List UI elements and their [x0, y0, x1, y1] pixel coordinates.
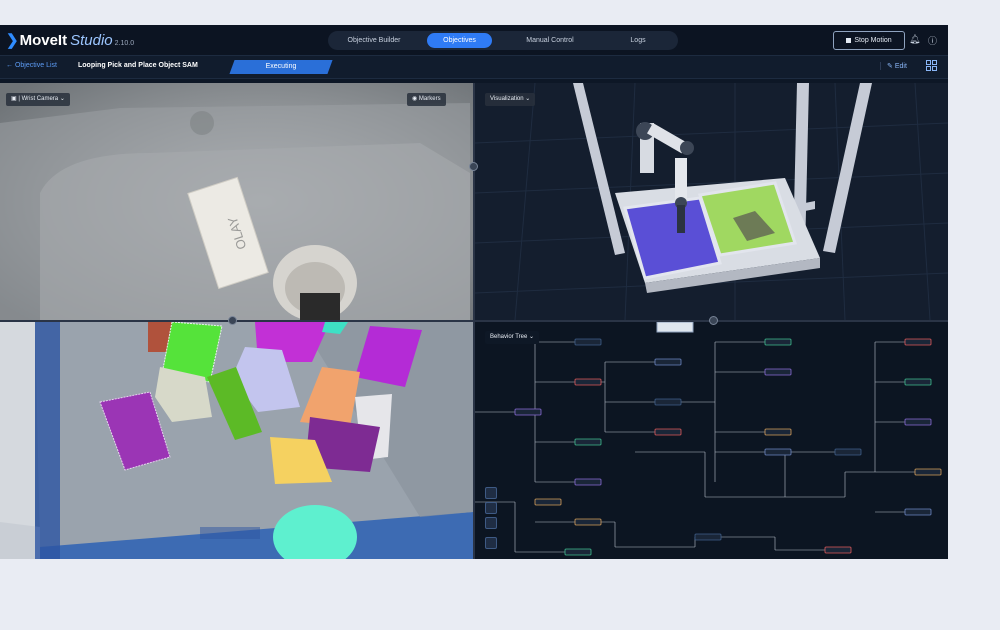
bell-icon[interactable]: 🔔︎ [909, 34, 920, 45]
tree-node[interactable] [534, 498, 562, 506]
eye-icon: ◉ [412, 96, 418, 102]
tree-node[interactable] [564, 548, 592, 556]
chevron-logo-icon: ❯ [6, 32, 19, 49]
segmentation-pane [0, 322, 473, 559]
tree-node[interactable] [764, 338, 792, 346]
help-icon[interactable]: ⓘ [928, 34, 937, 47]
markers-toggle[interactable]: ◉ Markers [407, 93, 446, 106]
behavior-tree-pane: Behavior Tree ⌄ [475, 322, 948, 559]
tree-node[interactable] [764, 448, 792, 456]
app-logo: ❯MoveIt Studio 2.10.0 [6, 31, 134, 49]
objective-title: Looping Pick and Place Object SAM [78, 62, 198, 69]
tab-objective-builder[interactable]: Objective Builder [334, 33, 414, 48]
behavior-tree-graph [475, 322, 948, 559]
back-to-objective-list[interactable]: ← Objective List [6, 62, 57, 69]
tree-node[interactable] [834, 448, 862, 456]
stop-motion-button[interactable]: Stop Motion [833, 31, 905, 50]
zoom-out-icon[interactable] [485, 502, 497, 514]
chevron-down-icon: ⌄ [59, 96, 65, 102]
lock-icon[interactable] [485, 537, 497, 549]
tab-manual-control[interactable]: Manual Control [510, 33, 590, 48]
visualization-pane: Visualization ⌄ [475, 83, 948, 320]
behavior-tree-selector[interactable]: Behavior Tree ⌄ [485, 331, 540, 344]
camera-selector-label: Wrist Camera [21, 96, 59, 102]
tree-node[interactable] [574, 378, 602, 386]
chevron-down-icon: ⌄ [525, 96, 531, 102]
tab-objectives[interactable]: Objectives [427, 33, 492, 48]
camera-icon: ▣ [11, 96, 17, 102]
segmentation-feed [0, 322, 473, 559]
tree-node[interactable] [574, 438, 602, 446]
tree-node[interactable] [514, 408, 542, 416]
visualization-selector-label: Visualization [490, 96, 524, 102]
stop-icon [846, 37, 852, 43]
brand-studio: Studio [70, 32, 113, 49]
stop-motion-label: Stop Motion [854, 37, 892, 44]
tree-node[interactable] [574, 338, 602, 346]
tree-node[interactable] [764, 428, 792, 436]
tree-node[interactable] [574, 478, 602, 486]
tree-node[interactable] [654, 398, 682, 406]
zoom-in-icon[interactable] [485, 487, 497, 499]
tree-node[interactable] [904, 418, 932, 426]
resize-handle[interactable] [469, 162, 478, 171]
main-nav: Objective Builder Objectives Manual Cont… [328, 31, 678, 50]
camera-feed: OLAY [0, 83, 473, 320]
tree-node[interactable] [654, 428, 682, 436]
visualization-selector[interactable]: Visualization ⌄ [485, 93, 536, 106]
back-label: Objective List [14, 62, 57, 69]
tree-node[interactable] [654, 358, 682, 366]
tree-node[interactable] [904, 338, 932, 346]
app-version: 2.10.0 [114, 40, 135, 47]
horizontal-splitter[interactable] [0, 320, 948, 322]
camera-selector[interactable]: ▣ | Wrist Camera ⌄ [6, 93, 70, 106]
tree-node[interactable] [904, 378, 932, 386]
tree-node[interactable] [914, 468, 942, 476]
tree-node[interactable] [904, 508, 932, 516]
camera-pane: OLAY ▣ | Wrist Camera ⌄ ◉ Markers [0, 83, 473, 320]
tree-node[interactable] [764, 368, 792, 376]
edit-button[interactable]: ✎ Edit [880, 62, 907, 70]
tree-node[interactable] [574, 518, 602, 526]
grid-layout-icon[interactable] [926, 60, 938, 72]
top-bar: ❯MoveIt Studio 2.10.0 Objective Builder Ob… [0, 25, 948, 56]
fit-view-icon[interactable] [485, 517, 497, 529]
tree-node[interactable] [824, 546, 852, 554]
pencil-icon: ✎ [887, 63, 893, 70]
resize-handle[interactable] [709, 316, 718, 325]
3d-scene [475, 83, 948, 320]
objective-header: ← Objective List Looping Pick and Place … [0, 56, 948, 79]
edit-label: Edit [894, 63, 907, 70]
chevron-down-icon: ⌄ [529, 334, 535, 340]
tab-logs[interactable]: Logs [618, 33, 658, 48]
behavior-tree-selector-label: Behavior Tree [490, 334, 528, 340]
tree-node[interactable] [694, 533, 722, 541]
resize-handle[interactable] [228, 316, 237, 325]
status-label: Executing [265, 63, 297, 70]
markers-label: Markers [418, 96, 441, 102]
brand-name: MoveIt [19, 32, 68, 49]
moveit-studio-window: ❯MoveIt Studio 2.10.0 Objective Builder Ob… [0, 25, 948, 559]
execution-status-badge: Executing [229, 60, 333, 74]
